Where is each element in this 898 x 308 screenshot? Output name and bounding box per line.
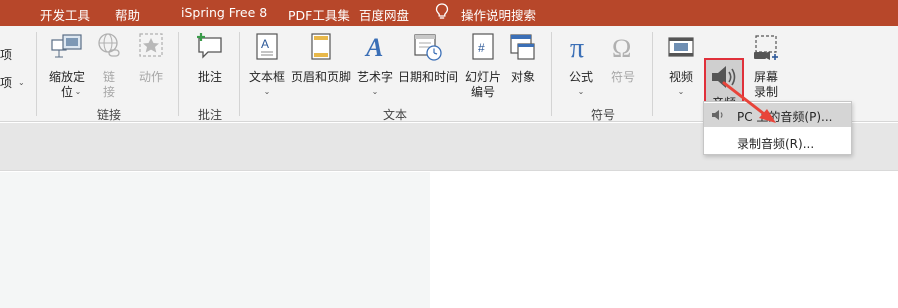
video-button[interactable]: 视频 ⌄ [662,28,700,104]
symbol-button[interactable]: Ω 符号 [606,28,640,104]
speaker-icon [712,110,723,120]
screen-recording-button[interactable]: 屏幕 录制 [748,28,784,104]
wordart-icon: A [364,33,383,62]
link-label-line1: 链 [102,70,115,84]
zoom-label-line2: 位 [60,85,73,99]
comment-button[interactable]: 批注 [188,28,232,104]
comment-label: 批注 [197,70,222,84]
header-footer-button[interactable]: 页眉和页脚 [289,28,353,104]
object-icon [510,34,535,60]
menu-item-pc-audio-label: PC 上的音频(P)... [737,110,833,124]
group-label-text: 文本 [382,108,407,122]
equation-label: 公式 [568,70,593,84]
wordart-label: 艺术字 [356,70,393,84]
slide-number-icon: # [472,33,494,60]
chevron-down-icon: ⌄ [263,87,271,96]
screen-recording-icon [754,35,778,60]
left-partial-label-1: 项 [0,48,13,62]
separator [178,32,179,116]
tab-pdf-tools[interactable]: PDF工具集 [288,5,350,24]
slide-canvas[interactable] [0,172,898,308]
tab-ispring[interactable]: iSpring Free 8 [181,5,267,20]
tab-baidu-netdisk[interactable]: 百度网盘 [359,5,409,24]
omega-symbol-icon: Ω [612,34,631,62]
tab-developer[interactable]: 开发工具 [40,5,90,24]
equation-button[interactable]: π 公式 ⌄ [563,28,599,104]
header-footer-label: 页眉和页脚 [290,70,351,84]
textbox-icon: A [256,33,278,60]
chevron-down-icon: ⌄ [74,87,82,96]
slide-area [0,172,430,308]
zoom-icon [51,34,82,58]
chevron-down-icon: ⌄ [18,78,25,87]
audio-dropdown-menu: PC 上的音频(P)... 录制音频(R)... [703,101,852,155]
slide-number-label-line2: 编号 [470,85,495,99]
zoom-label-line1: 缩放定 [48,70,85,84]
group-label-comments: 批注 [197,108,222,122]
object-label: 对象 [510,70,535,84]
chevron-down-icon: ⌄ [371,87,379,96]
group-label-symbols: 符号 [590,108,615,122]
star-action-icon [139,33,163,57]
chevron-down-icon: ⌄ [677,87,685,96]
wordart-button[interactable]: A 艺术字 ⌄ [353,28,397,104]
tab-help[interactable]: 帮助 [115,5,140,24]
zoom-button[interactable]: 缩放定 位 ⌄ [44,28,90,104]
link-label-line2: 接 [102,85,115,99]
slide-number-button[interactable]: # 幻灯片 编号 [459,28,507,104]
separator [239,32,240,116]
action-label: 动作 [138,70,163,84]
video-label: 视频 [668,70,693,84]
menu-item-record-audio-label: 录制音频(R)... [737,137,815,151]
film-video-icon [668,37,694,57]
screen-recording-label-line2: 录制 [753,85,778,99]
menu-item-pc-audio[interactable]: PC 上的音频(P)... [704,103,851,127]
separator [652,32,653,116]
link-button[interactable]: 链 接 [94,28,124,104]
chevron-down-icon: ⌄ [577,87,585,96]
symbol-label: 符号 [610,70,635,84]
comment-icon [197,33,222,59]
svg-text:Ω: Ω [612,34,631,62]
group-label-links: 链接 [96,108,121,122]
datetime-button[interactable]: 日期和时间 [397,28,459,104]
svg-text:#: # [478,41,485,55]
svg-text:A: A [261,37,269,51]
separator [36,32,37,116]
lightbulb-icon [435,3,449,19]
textbox-label: 文本框 [248,70,285,84]
left-partial-label-2: 项 [0,76,13,90]
menu-bar: 开发工具 帮助 iSpring Free 8 PDF工具集 百度网盘 操作说明搜… [0,0,898,26]
screen-recording-label-line1: 屏幕 [753,70,778,84]
slide-number-label-line1: 幻灯片 [464,70,501,84]
menu-item-record-audio[interactable]: 录制音频(R)... [704,130,851,154]
separator [551,32,552,116]
globe-link-icon [98,33,120,57]
speaker-audio-icon [712,66,736,88]
pi-equation-icon: π [570,33,584,62]
datetime-label: 日期和时间 [397,70,458,84]
header-footer-icon [311,33,331,60]
calendar-clock-icon [414,34,442,61]
textbox-button[interactable]: A 文本框 ⌄ [244,28,290,104]
object-button[interactable]: 对象 [506,28,540,104]
svg-text:A: A [364,33,383,62]
action-button[interactable]: 动作 [134,28,168,104]
tell-me-search[interactable]: 操作说明搜索 [461,5,536,24]
svg-text:π: π [570,33,584,62]
